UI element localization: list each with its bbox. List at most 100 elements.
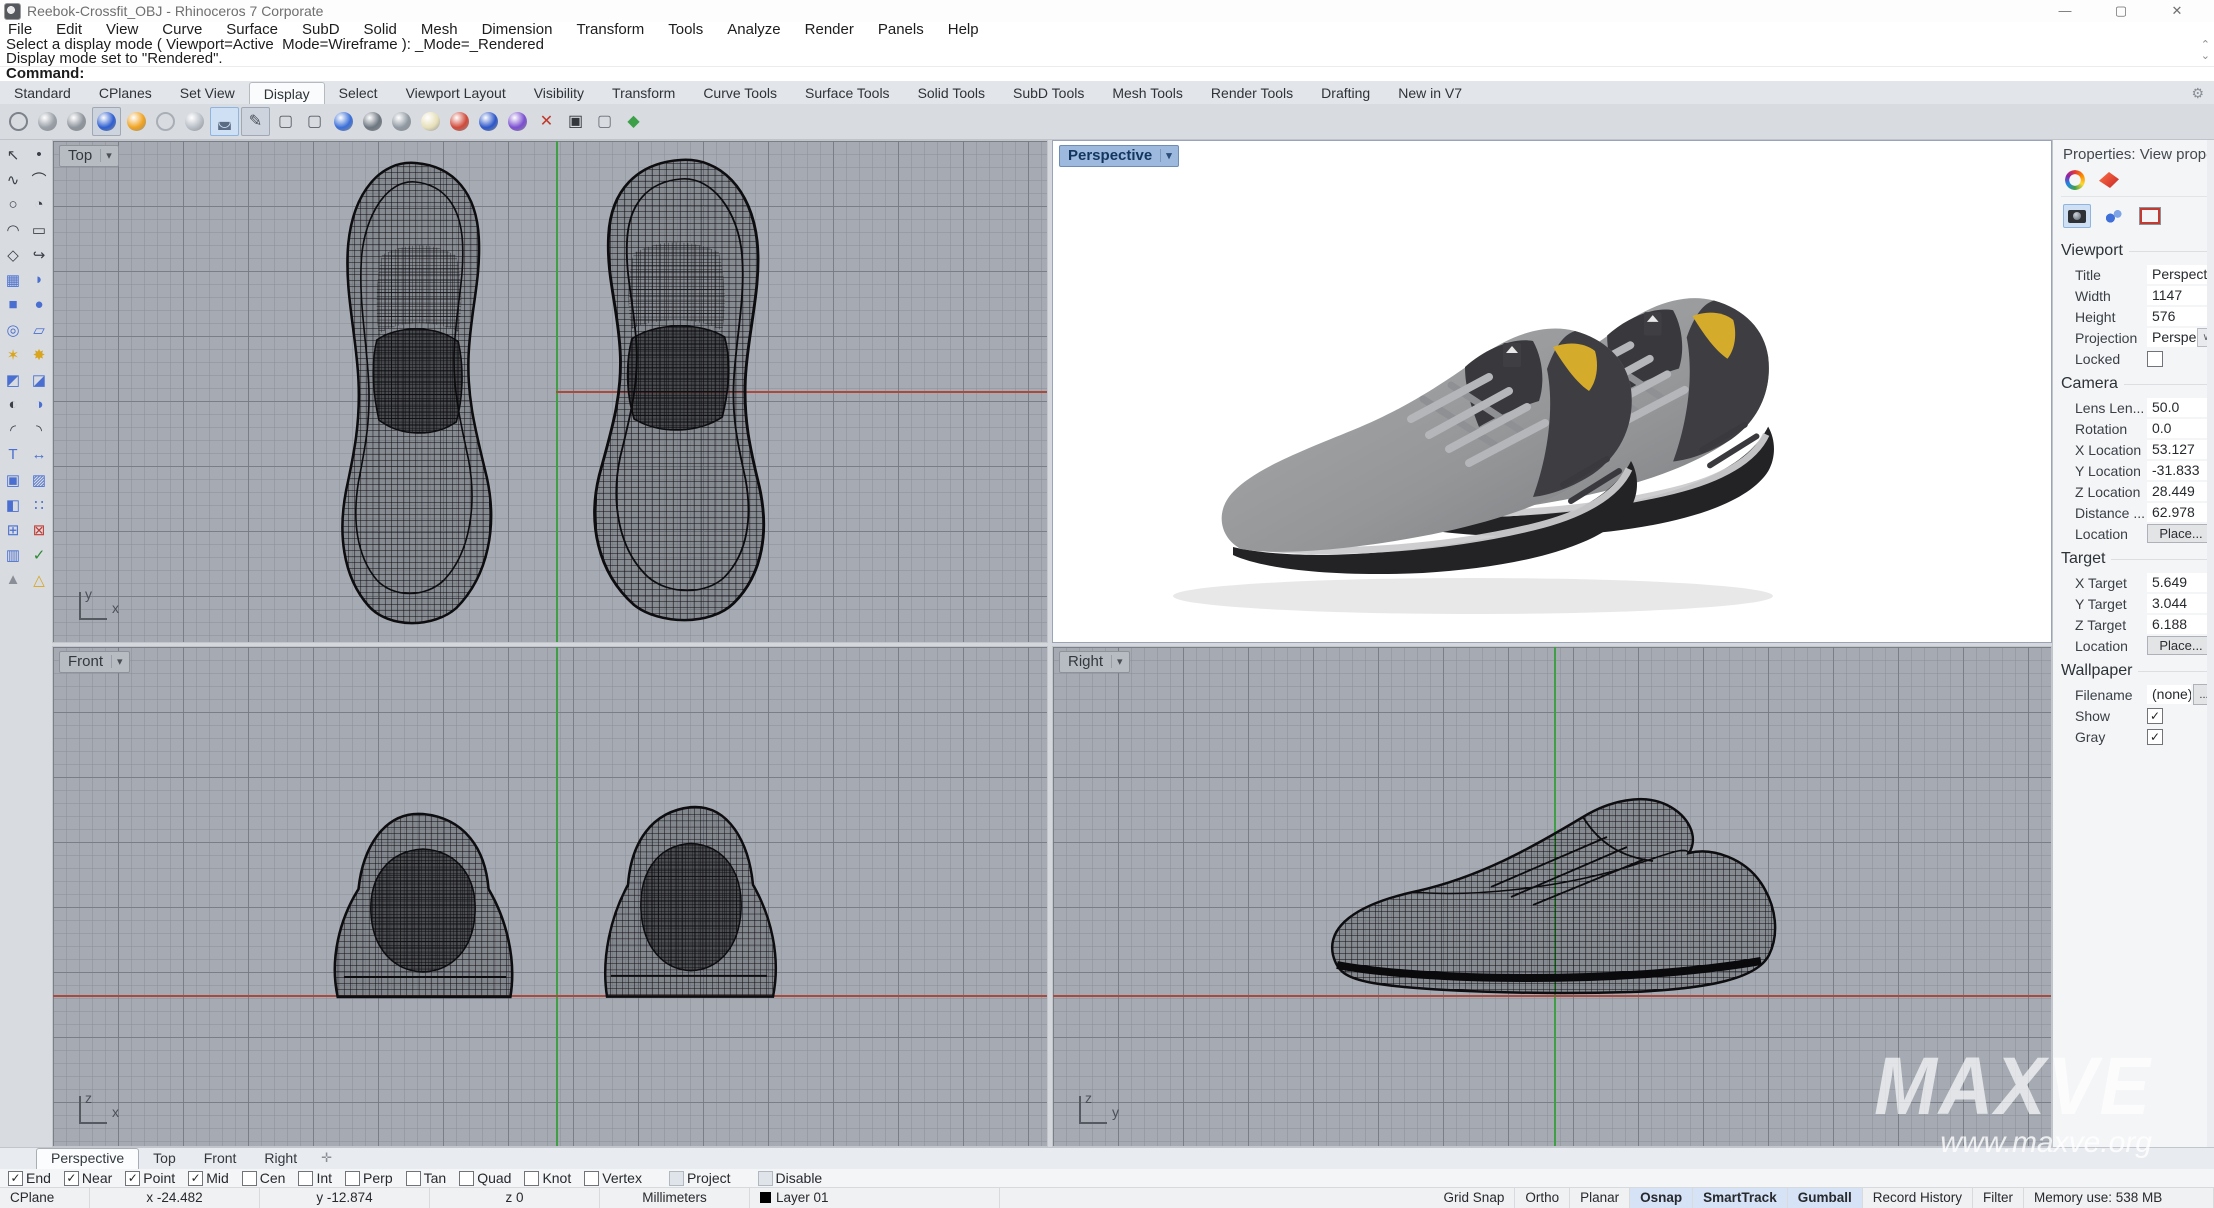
status-segment[interactable]: y -12.874: [260, 1188, 430, 1208]
osnap-toggle[interactable]: Project: [669, 1170, 731, 1186]
status-segment[interactable]: SmartTrack: [1693, 1188, 1788, 1208]
viewport-right[interactable]: Right ▾ zy: [1052, 646, 2052, 1147]
status-segment[interactable]: CPlane: [0, 1188, 90, 1208]
chevron-down-icon[interactable]: ▾: [1160, 149, 1172, 162]
toolbar-tab[interactable]: Mesh Tools: [1098, 82, 1197, 104]
point-icon[interactable]: •: [26, 142, 52, 167]
wireframe-display-icon[interactable]: [5, 108, 32, 135]
trim-icon[interactable]: ◩: [0, 367, 26, 392]
checkbox[interactable]: [524, 1171, 539, 1186]
viewport-top[interactable]: Top ▾ yx: [52, 140, 1048, 643]
sphere-icon[interactable]: ●: [26, 292, 52, 317]
viewport-title-top[interactable]: Top ▾: [59, 145, 119, 167]
toolbar-tab[interactable]: Drafting: [1307, 82, 1384, 104]
checkbox[interactable]: [669, 1171, 684, 1186]
checkbox[interactable]: [406, 1171, 421, 1186]
toolbar-tab[interactable]: Set View: [166, 82, 249, 104]
cone-icon[interactable]: ▲: [0, 567, 26, 592]
toolbar-tab[interactable]: New in V7: [1384, 82, 1476, 104]
toolbar-tab[interactable]: Surface Tools: [791, 82, 904, 104]
menu-item[interactable]: Render: [793, 22, 866, 38]
osnap-toggle[interactable]: Tan: [406, 1170, 447, 1186]
cubes-display-icon[interactable]: ▢: [591, 108, 618, 135]
explode-icon[interactable]: ✶: [0, 342, 26, 367]
fillet-curve-icon[interactable]: ◜: [0, 417, 26, 442]
property-value[interactable]: 53.127: [2147, 440, 2214, 459]
freeform-curve-icon[interactable]: ↪: [26, 242, 52, 267]
gray-sphere-display-icon[interactable]: [388, 108, 415, 135]
shaded-display-icon[interactable]: [34, 108, 61, 135]
status-segment[interactable]: z 0: [430, 1188, 600, 1208]
toolbar-tab[interactable]: SubD Tools: [999, 82, 1098, 104]
ellipse-icon[interactable]: ◔: [26, 192, 52, 217]
material-tab-icon[interactable]: [2099, 172, 2119, 188]
loft-surface-icon[interactable]: ◗: [26, 267, 52, 292]
properties-tab-icon[interactable]: [2065, 170, 2085, 190]
solid-union-icon[interactable]: ◧: [0, 492, 26, 517]
checkbox[interactable]: [2147, 708, 2163, 724]
no-display-icon[interactable]: ✕: [533, 108, 560, 135]
curve-interpolate-icon[interactable]: ⌒: [26, 167, 52, 192]
toolbar-tab[interactable]: Render Tools: [1197, 82, 1307, 104]
checkbox[interactable]: [459, 1171, 474, 1186]
viewport-tab[interactable]: Perspective: [36, 1148, 139, 1169]
array-vertical-icon[interactable]: ∷: [26, 492, 52, 517]
torus-icon[interactable]: ◎: [0, 317, 26, 342]
xray-display-icon[interactable]: [181, 108, 208, 135]
move-viewport-icon[interactable]: ✛: [311, 1150, 342, 1169]
group-icon[interactable]: ▣: [0, 467, 26, 492]
blend-curve-icon[interactable]: ◝: [26, 417, 52, 442]
menu-item[interactable]: Analyze: [715, 22, 792, 38]
menu-item[interactable]: Transform: [564, 22, 656, 38]
property-value[interactable]: Perspect...: [2147, 328, 2197, 347]
checkbox[interactable]: [584, 1171, 599, 1186]
extract-surface-icon[interactable]: ✸: [26, 342, 52, 367]
chevron-down-icon[interactable]: ▾: [1111, 655, 1123, 668]
viewport-tab[interactable]: Right: [250, 1149, 311, 1169]
osnap-toggle[interactable]: Knot: [524, 1170, 571, 1186]
gear-icon[interactable]: ⚙: [2191, 85, 2204, 104]
minimize-button[interactable]: —: [2050, 3, 2080, 19]
rgb-cube-display-icon[interactable]: ◆: [620, 108, 647, 135]
menu-item[interactable]: Help: [936, 22, 991, 38]
osnap-toggle[interactable]: Quad: [459, 1170, 511, 1186]
dimension-icon[interactable]: ↔: [26, 442, 52, 467]
technical-display-icon[interactable]: ▢: [272, 108, 299, 135]
status-segment[interactable]: x -24.482: [90, 1188, 260, 1208]
checkbox[interactable]: [2147, 351, 2163, 367]
property-value[interactable]: -31.833: [2147, 461, 2214, 480]
command-scrollbar[interactable]: ⌃ ⌄: [2201, 40, 2210, 61]
viewport-perspective[interactable]: Perspective ▾: [1052, 140, 2052, 643]
pyramid-icon[interactable]: △: [26, 567, 52, 592]
status-segment[interactable]: Record History: [1863, 1188, 1973, 1208]
checkbox[interactable]: [188, 1171, 203, 1186]
vertex-display-icon[interactable]: [504, 108, 531, 135]
shaded-all-display-icon[interactable]: [63, 108, 90, 135]
pen-display-icon[interactable]: ✎: [241, 107, 270, 136]
scroll-up-icon[interactable]: ⌃: [2201, 40, 2210, 50]
polysurface-icon[interactable]: ▱: [26, 317, 52, 342]
status-segment[interactable]: Gumball: [1788, 1188, 1863, 1208]
rectangle-icon[interactable]: ▭: [26, 217, 52, 242]
target-sphere-display-icon[interactable]: [446, 108, 473, 135]
check-icon[interactable]: ✓: [26, 542, 52, 567]
property-value[interactable]: 5.649: [2147, 573, 2214, 592]
raytraced-display-icon[interactable]: [330, 108, 357, 135]
property-value[interactable]: (none): [2147, 685, 2191, 704]
status-segment[interactable]: Layer 01: [750, 1188, 1000, 1208]
status-segment[interactable]: Grid Snap: [1434, 1188, 1516, 1208]
toolbar-tab[interactable]: Curve Tools: [689, 82, 791, 104]
toolbar-tab[interactable]: Visibility: [520, 82, 598, 104]
property-value[interactable]: 0.0: [2147, 419, 2214, 438]
toolbar-tab[interactable]: Select: [325, 82, 392, 104]
checkbox[interactable]: [64, 1171, 79, 1186]
block-icon[interactable]: ⊠: [26, 517, 52, 542]
viewport-tab[interactable]: Top: [139, 1149, 190, 1169]
rectangular-array-icon[interactable]: ⊞: [0, 517, 26, 542]
checkbox[interactable]: [2147, 729, 2163, 745]
technical-hidden-display-icon[interactable]: ▢: [301, 108, 328, 135]
blue-sphere-display-icon[interactable]: [475, 108, 502, 135]
rendered-display-icon[interactable]: [92, 107, 121, 136]
osnap-toggle[interactable]: Disable: [758, 1170, 823, 1186]
close-button[interactable]: ✕: [2162, 3, 2192, 19]
